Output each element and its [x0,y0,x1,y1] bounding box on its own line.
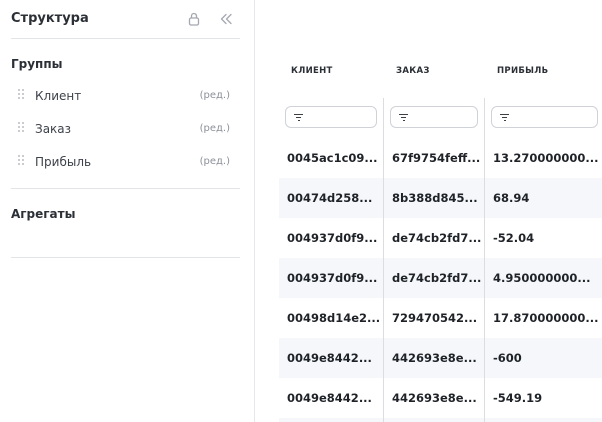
cell-client: 00498d14e2... [287,311,381,325]
cell-client: 00474d258... [287,191,373,205]
filter-input-profit[interactable] [491,106,598,128]
table-row[interactable] [279,418,602,422]
edit-link[interactable]: (ред.) [200,156,230,167]
column-separator[interactable] [484,98,485,422]
table-row[interactable]: 004937d0f9... de74cb2fd7... -52.04 [279,218,602,258]
column-header-profit[interactable]: ПРИБЫЛЬ [497,66,548,76]
cell-order: 442693e8e... [392,351,477,365]
divider [11,188,240,189]
edit-link[interactable]: (ред.) [200,123,230,134]
column-separator[interactable] [383,98,384,422]
column-header-order[interactable]: ЗАКАЗ [396,66,430,76]
cell-client: 004937d0f9... [287,231,378,245]
table-row[interactable]: 0049e8442... 442693e8e... -600 [279,338,602,378]
drag-handle-icon[interactable] [18,122,26,134]
filter-icon [500,114,509,122]
cell-profit: -549.19 [493,391,543,405]
aggregates-title: Агрегаты [11,207,76,221]
group-item-label: Прибыль [35,155,92,169]
cell-profit: -52.04 [493,231,535,245]
cell-order: 67f9754feff... [392,151,481,165]
divider [11,257,240,258]
drag-handle-icon[interactable] [18,89,26,101]
cell-order: de74cb2fd7... [392,271,482,285]
group-item-label: Клиент [35,89,82,103]
structure-panel: Структура Группы Клиент (ред.) Заказ (ре… [0,0,255,422]
data-grid: КЛИЕНТ ЗАКАЗ ПРИБЫЛЬ 0045ac1c09... 67f97… [279,0,602,422]
cell-order: 8b388d845... [392,191,478,205]
cell-profit: 17.870000000... [493,311,599,325]
group-item-profit[interactable]: Прибыль (ред.) [11,152,240,174]
cell-client: 0049e8442... [287,391,372,405]
edit-link[interactable]: (ред.) [200,90,230,101]
cell-profit: 13.270000000... [493,151,599,165]
filter-icon [294,114,303,122]
table-row[interactable]: 004937d0f9... de74cb2fd7... 4.950000000.… [279,258,602,298]
group-item-client[interactable]: Клиент (ред.) [11,86,240,108]
cell-profit: 4.950000000... [493,271,591,285]
lock-icon[interactable] [186,11,202,27]
table-row[interactable]: 0045ac1c09... 67f9754feff... 13.27000000… [279,138,602,178]
panel-header: Структура [11,0,240,39]
drag-handle-icon[interactable] [18,155,26,167]
group-item-label: Заказ [35,122,72,136]
groups-title: Группы [11,57,63,71]
cell-profit: 68.94 [493,191,530,205]
cell-order: de74cb2fd7... [392,231,482,245]
filter-icon [399,114,408,122]
filter-input-order[interactable] [390,106,478,128]
group-item-order[interactable]: Заказ (ред.) [11,119,240,141]
cell-client: 0049e8442... [287,351,372,365]
cell-client: 0045ac1c09... [287,151,378,165]
filter-input-client[interactable] [285,106,377,128]
cell-order: 729470542... [392,311,478,325]
table-row[interactable]: 0049e8442... 442693e8e... -549.19 [279,378,602,418]
column-header-client[interactable]: КЛИЕНТ [291,66,333,76]
cell-order: 442693e8e... [392,391,477,405]
table-row[interactable]: 00474d258... 8b388d845... 68.94 [279,178,602,218]
cell-profit: -600 [493,351,522,365]
panel-title: Структура [11,11,89,26]
table-row[interactable]: 00498d14e2... 729470542... 17.870000000.… [279,298,602,338]
cell-client: 004937d0f9... [287,271,378,285]
collapse-panel-icon[interactable] [218,11,234,27]
